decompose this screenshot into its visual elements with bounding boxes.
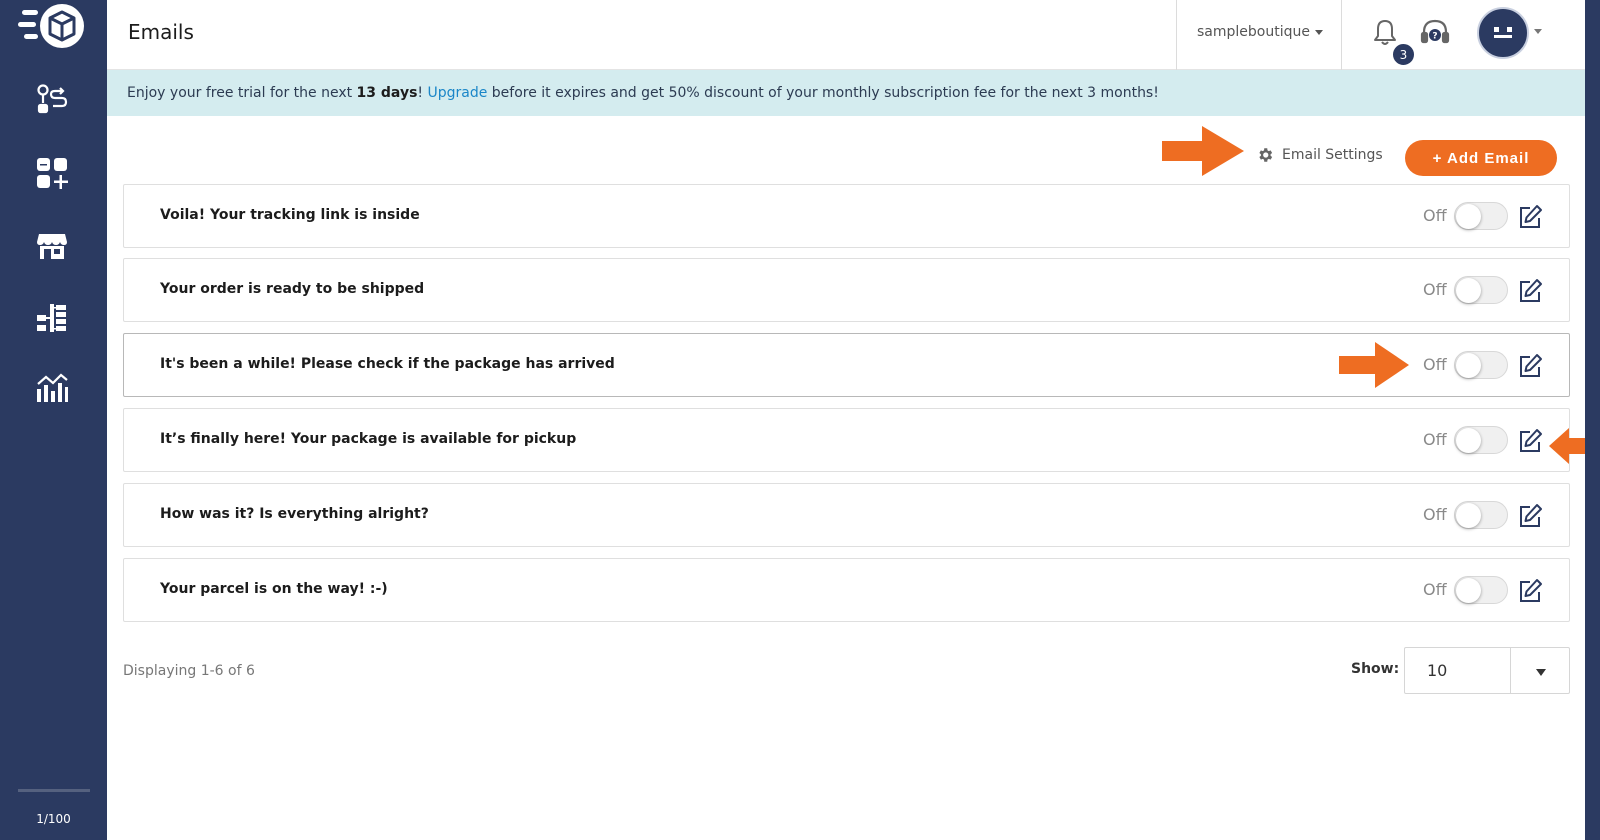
store-name: sampleboutique [1197, 24, 1310, 40]
usage-counter: 1/100 [36, 812, 71, 826]
pagination-summary: Displaying 1-6 of 6 [123, 663, 255, 679]
email-title: Your order is ready to be shipped [160, 281, 425, 297]
analytics-icon[interactable] [31, 366, 73, 408]
banner-text: ! [417, 85, 428, 101]
logo-icon[interactable] [18, 2, 88, 52]
toggle-knob [1456, 278, 1481, 303]
email-row: Your parcel is on the way! :-) Off [123, 558, 1570, 622]
email-title: Your parcel is on the way! :-) [160, 581, 388, 597]
bell-icon[interactable] [1372, 18, 1398, 46]
user-face-icon [1494, 27, 1512, 38]
arrow-right-icon [1339, 342, 1409, 388]
dropdown-arrow-icon [1536, 669, 1546, 676]
email-settings-button[interactable]: Email Settings [1256, 146, 1383, 164]
notification-badge: 3 [1391, 42, 1416, 67]
status-label: Off [1423, 580, 1447, 599]
banner-days: 13 days [356, 85, 418, 101]
email-toggle[interactable] [1454, 426, 1508, 454]
top-header: Emails [107, 0, 1585, 70]
email-toggle[interactable] [1454, 501, 1508, 529]
toggle-knob [1456, 204, 1481, 229]
chevron-down-icon[interactable] [1534, 29, 1542, 34]
trial-banner: Enjoy your free trial for the next 13 da… [107, 70, 1585, 116]
email-title: How was it? Is everything alright? [160, 506, 429, 522]
support-headset-icon[interactable]: ? [1420, 18, 1450, 46]
email-title: It's been a while! Please check if the p… [160, 356, 615, 372]
edit-icon[interactable] [1517, 578, 1543, 604]
upgrade-link[interactable]: Upgrade [427, 85, 487, 101]
edit-icon[interactable] [1517, 353, 1543, 379]
email-toggle[interactable] [1454, 202, 1508, 230]
gear-icon [1259, 148, 1273, 162]
edit-icon[interactable] [1517, 503, 1543, 529]
edit-icon[interactable] [1517, 278, 1543, 304]
right-edge-bar [1585, 0, 1600, 840]
page-size-select[interactable]: 10 [1404, 647, 1570, 694]
status-label: Off [1423, 355, 1447, 374]
arrow-right-icon [1162, 126, 1244, 176]
status-label: Off [1423, 430, 1447, 449]
email-toggle[interactable] [1454, 351, 1508, 379]
select-divider [1510, 648, 1511, 693]
email-row: Your order is ready to be shipped Off [123, 258, 1570, 322]
toggle-knob [1456, 503, 1481, 528]
email-row: It’s finally here! Your package is avail… [123, 408, 1570, 472]
edit-icon[interactable] [1517, 428, 1543, 454]
status-label: Off [1423, 505, 1447, 524]
apps-add-icon[interactable] [31, 152, 73, 194]
store-icon[interactable] [31, 225, 73, 267]
status-label: Off [1423, 206, 1447, 225]
toggle-knob [1456, 578, 1481, 603]
route-icon[interactable] [31, 78, 73, 120]
email-toggle[interactable] [1454, 276, 1508, 304]
page-title: Emails [128, 20, 194, 44]
page-size-value: 10 [1427, 661, 1448, 680]
banner-text: Enjoy your free trial for the next [127, 85, 357, 101]
email-toggle[interactable] [1454, 576, 1508, 604]
chevron-down-icon [1314, 29, 1323, 35]
toggle-knob [1456, 353, 1481, 378]
edit-icon[interactable] [1517, 204, 1543, 230]
sidebar-divider [18, 789, 90, 792]
email-title: Voila! Your tracking link is inside [160, 207, 420, 223]
svg-text:?: ? [1432, 32, 1437, 42]
email-title: It’s finally here! Your package is avail… [160, 431, 577, 447]
arrow-left-icon [1549, 428, 1585, 464]
banner-text: before it expires and get 50% discount o… [487, 85, 1159, 101]
user-avatar[interactable] [1477, 7, 1529, 59]
show-label: Show: [1351, 661, 1400, 677]
toggle-knob [1456, 428, 1481, 453]
header-divider [1341, 0, 1342, 70]
email-settings-label: Email Settings [1282, 147, 1383, 163]
status-label: Off [1423, 280, 1447, 299]
email-row: How was it? Is everything alright? Off [123, 483, 1570, 547]
hierarchy-icon[interactable] [31, 297, 73, 339]
email-row: Voila! Your tracking link is inside Off [123, 184, 1570, 248]
sidebar: 1/100 [0, 0, 107, 840]
header-divider [1176, 0, 1177, 70]
store-selector[interactable]: sampleboutique [1197, 24, 1323, 40]
add-email-button[interactable]: + Add Email [1405, 140, 1557, 176]
